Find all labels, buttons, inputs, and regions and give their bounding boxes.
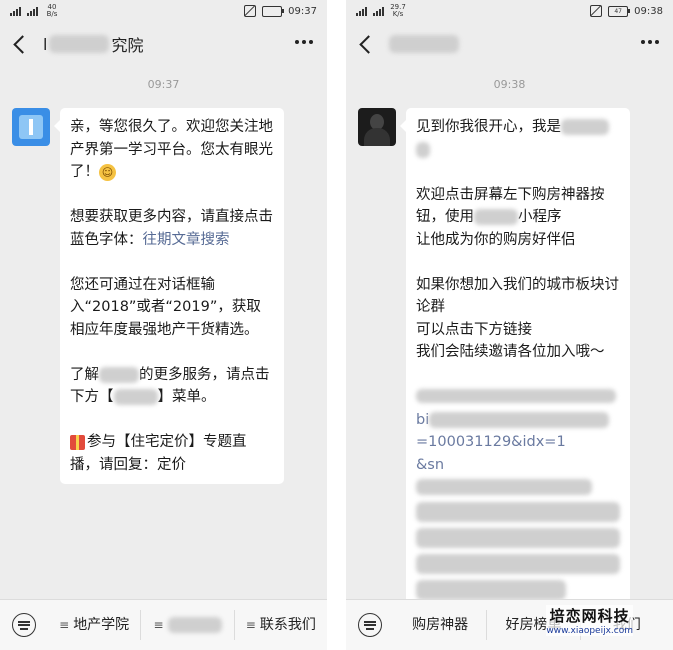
- message-text: 您还可通过在对话框输入“2018”或者“2019”，获取相应年度最强地产干货精选…: [70, 276, 261, 338]
- signal-icon: [373, 6, 384, 16]
- network-speed: 29.7 K/s: [390, 3, 406, 18]
- menu-list-icon: ≡: [245, 618, 256, 632]
- message-text: 如果你想加入我们的城市板块讨论群 可以点击下方链接 我们会陆续邀请各位加入哦～: [416, 276, 619, 361]
- bottom-menu-bar: ≡ 地产学院 ≡ ≡ 联系我们: [0, 599, 327, 650]
- redacted-text: [416, 141, 430, 158]
- redacted-text: [429, 411, 610, 428]
- more-icon[interactable]: [295, 40, 313, 44]
- chat-title-prefix: l: [43, 34, 48, 54]
- message-bubble: 见到你我很开心，我是 欢迎点击屏幕左下购房神器按钮，使用 小程序 让他成为你的购房好…: [400, 108, 630, 614]
- message-text: 了解 的更多服务，请点击下方【 】菜单。: [70, 366, 270, 405]
- more-icon[interactable]: [641, 40, 659, 44]
- back-icon[interactable]: [13, 34, 32, 54]
- article-search-link[interactable]: 往期文章搜索: [143, 232, 230, 248]
- left-phone-screen: 40 B/s 09:37 l 究院 09:37 亲，等您很久了。欢迎您关注地产界…: [0, 0, 327, 650]
- battery-icon: [262, 5, 285, 17]
- redacted-text: [416, 479, 592, 495]
- message-text: 想要获取更多内容，请直接点击蓝色字体：往期文章搜索: [70, 209, 273, 248]
- right-phone-screen: 29.7 K/s 47 09:38 09:38 见到你我很开心，我是 欢迎点击屏…: [346, 0, 673, 650]
- watermark: 培恋网科技 www.xiaopeijx.com: [546, 605, 633, 636]
- message-timestamp: 09:37: [147, 78, 180, 91]
- redacted-text: [99, 366, 139, 383]
- back-icon[interactable]: [359, 34, 378, 54]
- avatar[interactable]: [12, 108, 50, 146]
- redacted-text: [416, 579, 566, 600]
- emoji-icon: ☺: [99, 163, 116, 181]
- network-speed: 40 B/s: [46, 3, 58, 18]
- chat-header: l 究院: [0, 22, 327, 66]
- status-bar: 40 B/s 09:37: [0, 0, 327, 22]
- menu-item-1[interactable]: ≡ 地产学院: [48, 610, 140, 640]
- redacted-text: [113, 389, 158, 405]
- message-timestamp: 09:38: [493, 78, 526, 91]
- signal-icon: [27, 6, 38, 16]
- avatar[interactable]: [358, 108, 396, 146]
- message-bubble: 亲，等您很久了。欢迎您关注地产界第一学习平台。您太有眼光了！ ☺ 想要获取更多内容…: [54, 108, 284, 484]
- chat-title: [389, 35, 459, 53]
- status-bar: 29.7 K/s 47 09:38: [346, 0, 673, 22]
- redacted-text: [416, 527, 620, 548]
- message-text: 参与【住宅定价】专题直播，请回复：定价: [70, 434, 247, 473]
- chat-title: l 究院: [43, 32, 143, 56]
- message-text: 欢迎点击屏幕左下购房神器按钮，使用 小程序 让他成为你的购房好伴侣: [416, 186, 605, 248]
- redacted-text: [561, 119, 609, 135]
- menu-item-1[interactable]: 购房神器: [394, 610, 486, 640]
- menu-item-2[interactable]: ≡: [140, 610, 233, 640]
- redacted-text: [474, 209, 518, 225]
- menu-item-3[interactable]: ≡ 联系我们: [233, 610, 327, 640]
- watermark-title: 培恋网科技: [546, 605, 633, 626]
- signal-icon: [10, 6, 21, 16]
- chat-title-suffix: 究院: [111, 36, 144, 55]
- chat-header: [346, 22, 673, 66]
- message-text: 见到你我很开心，我是: [416, 116, 620, 161]
- gift-icon: [70, 434, 85, 450]
- message-row: 见到你我很开心，我是 欢迎点击屏幕左下购房神器按钮，使用 小程序 让他成为你的购房好…: [358, 108, 630, 614]
- battery-icon: 47: [608, 5, 631, 17]
- redacted-text: [389, 35, 459, 53]
- signal-icon: [356, 6, 367, 16]
- status-time: 09:37: [288, 5, 317, 17]
- redacted-text: [416, 553, 620, 574]
- status-time: 09:38: [634, 5, 663, 17]
- keyboard-icon[interactable]: [358, 613, 382, 637]
- message-text: 亲，等您很久了。欢迎您关注地产界第一学习平台。您太有眼光了！ ☺: [70, 119, 273, 181]
- mute-icon: [244, 5, 257, 17]
- redacted-text: [416, 501, 620, 522]
- menu-list-icon: ≡: [153, 618, 164, 632]
- redacted-text: [167, 617, 222, 633]
- watermark-url: www.xiaopeijx.com: [546, 626, 633, 636]
- redacted-text: [416, 389, 616, 403]
- mute-icon: [590, 5, 603, 17]
- keyboard-icon[interactable]: [12, 613, 36, 637]
- message-row: 亲，等您很久了。欢迎您关注地产界第一学习平台。您太有眼光了！ ☺ 想要获取更多内容…: [12, 108, 284, 484]
- menu-list-icon: ≡: [59, 618, 70, 632]
- redacted-text: [49, 35, 110, 53]
- group-link[interactable]: bi =100031129&idx=1 &sn: [416, 386, 620, 606]
